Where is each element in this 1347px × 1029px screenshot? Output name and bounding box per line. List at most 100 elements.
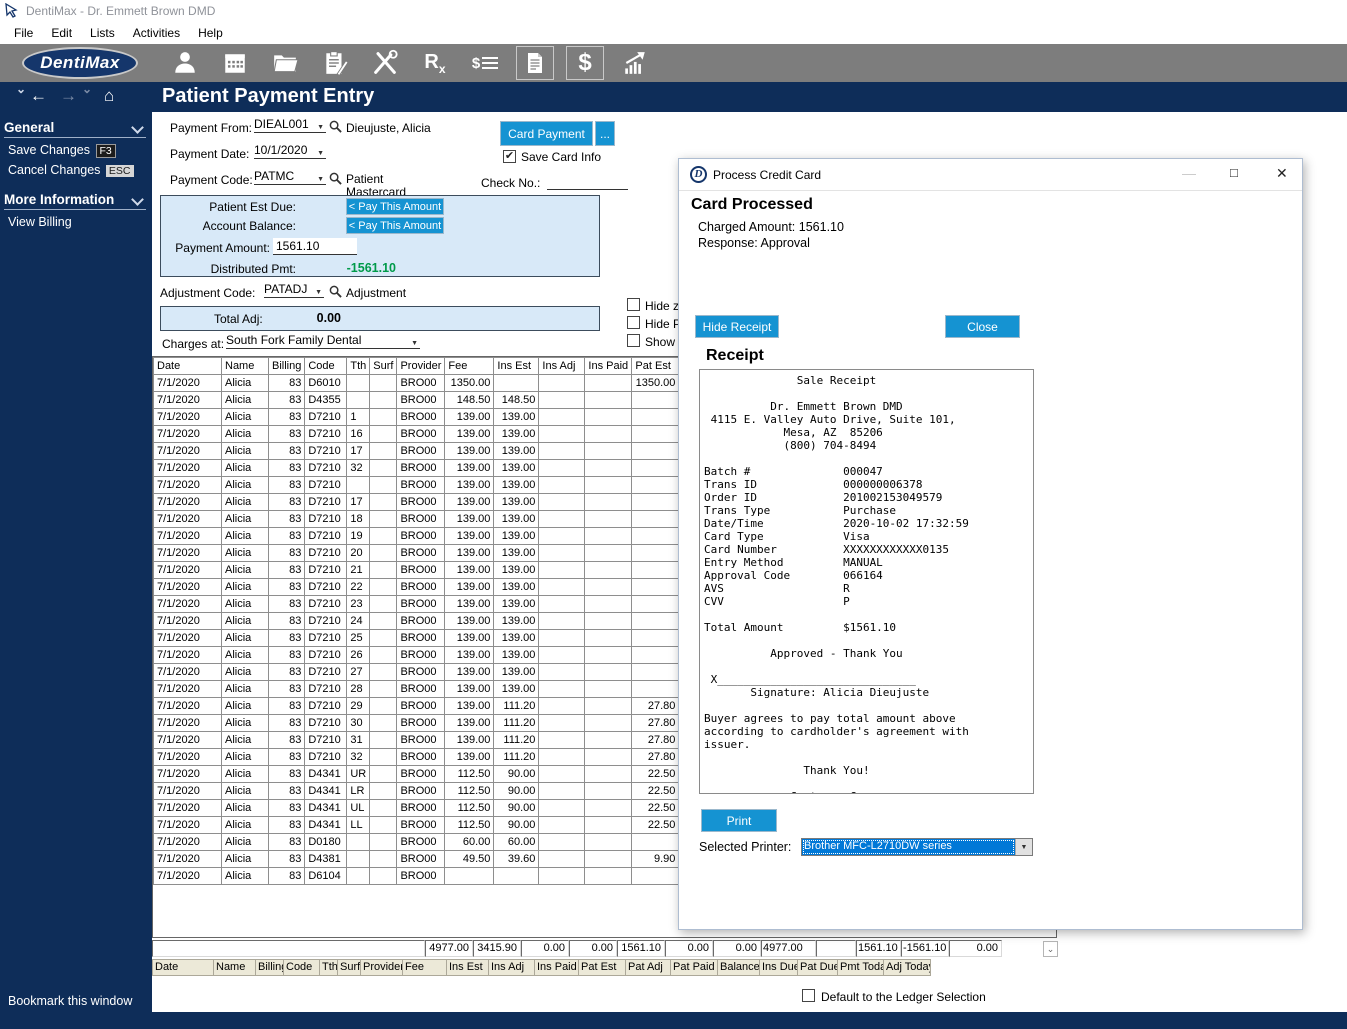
payment-amount-input[interactable] xyxy=(273,238,357,255)
hide-pe-checkbox[interactable] xyxy=(627,316,640,329)
table-row[interactable]: 7/1/2020Alicia83D721032BRO00139.00139.00 xyxy=(154,460,726,477)
table-row[interactable]: 7/1/2020Alicia83D4341URBRO00112.5090.002… xyxy=(154,766,726,783)
footer-column-header[interactable]: Pat Due xyxy=(798,959,838,976)
schedule-icon[interactable] xyxy=(210,45,260,81)
footer-column-header[interactable]: Adj Today xyxy=(884,959,931,976)
instruments-icon[interactable] xyxy=(360,45,410,81)
clipboard-icon[interactable] xyxy=(310,45,360,81)
table-row[interactable]: 7/1/2020Alicia83D721022BRO00139.00139.00 xyxy=(154,579,726,596)
folder-icon[interactable] xyxy=(260,45,310,81)
ledger-icon[interactable]: $ xyxy=(460,45,510,81)
table-row[interactable]: 7/1/2020Alicia83D721018BRO00139.00139.00 xyxy=(154,511,726,528)
sidebar-section-more-information[interactable]: More Information xyxy=(4,192,146,210)
check-no-field[interactable] xyxy=(547,175,628,190)
table-row[interactable]: 7/1/2020Alicia83D721028BRO00139.00139.00 xyxy=(154,681,726,698)
bookmark-this-window[interactable]: Bookmark this window xyxy=(8,994,132,1008)
table-row[interactable]: 7/1/2020Alicia83D4341ULBRO00112.5090.002… xyxy=(154,800,726,817)
table-row[interactable]: 7/1/2020Alicia83D721024BRO00139.00139.00 xyxy=(154,613,726,630)
card-payment-button[interactable]: Card Payment xyxy=(500,121,593,146)
footer-column-header[interactable]: Provider xyxy=(361,959,403,976)
table-row[interactable]: 7/1/2020Alicia83D6104BRO00 xyxy=(154,868,726,885)
table-row[interactable]: 7/1/2020Alicia83D721021BRO00139.00139.00 xyxy=(154,562,726,579)
column-header[interactable]: Ins Adj xyxy=(539,358,585,375)
table-row[interactable]: 7/1/2020Alicia83D721031BRO00139.00111.20… xyxy=(154,732,726,749)
pay-account-balance-button[interactable]: < Pay This Amount xyxy=(346,217,444,234)
printer-select[interactable]: Brother MFC-L2710DW series xyxy=(801,838,1033,856)
print-button[interactable]: Print xyxy=(701,809,777,832)
menu-item[interactable]: Edit xyxy=(42,23,81,43)
nav-dropdown-icon[interactable] xyxy=(16,82,26,96)
footer-column-header[interactable]: Pat Est xyxy=(579,959,626,976)
column-header[interactable]: Provider xyxy=(397,358,445,375)
minimize-icon[interactable] xyxy=(1182,165,1196,181)
column-header[interactable]: Fee xyxy=(445,358,494,375)
table-row[interactable]: 7/1/2020Alicia83D721025BRO00139.00139.00 xyxy=(154,630,726,647)
table-row[interactable]: 7/1/2020Alicia83D721029BRO00139.00111.20… xyxy=(154,698,726,715)
footer-column-header[interactable]: Pat Adj xyxy=(626,959,671,976)
table-row[interactable]: 7/1/2020Alicia83D721023BRO00139.00139.00 xyxy=(154,596,726,613)
close-icon[interactable] xyxy=(1276,165,1288,182)
footer-column-header[interactable]: Date xyxy=(152,959,214,976)
footer-column-header[interactable]: Name xyxy=(214,959,256,976)
card-payment-more-button[interactable]: ... xyxy=(595,121,615,146)
footer-column-header[interactable]: Ins Est xyxy=(447,959,489,976)
hide-zero-checkbox[interactable] xyxy=(627,298,640,311)
search-icon[interactable] xyxy=(329,120,342,133)
table-row[interactable]: 7/1/2020Alicia83D721016BRO00139.00139.00 xyxy=(154,426,726,443)
table-row[interactable]: 7/1/2020Alicia83D721026BRO00139.00139.00 xyxy=(154,647,726,664)
hide-receipt-button[interactable]: Hide Receipt xyxy=(695,315,779,338)
footer-column-header[interactable]: Ins Adj xyxy=(489,959,535,976)
payment-date-combo[interactable]: 10/1/2020 xyxy=(254,143,326,159)
table-row[interactable]: 7/1/2020Alicia83D721027BRO00139.00139.00 xyxy=(154,664,726,681)
charges-at-combo[interactable]: South Fork Family Dental xyxy=(226,333,420,349)
sidebar-section-general[interactable]: General xyxy=(4,120,146,138)
pay-patient-est-due-button[interactable]: < Pay This Amount xyxy=(346,198,444,215)
save-card-info-checkbox[interactable] xyxy=(503,150,516,163)
sidebar-item-cancel-changes[interactable]: Cancel Changes ESC xyxy=(0,160,152,180)
sidebar-item-view-billing[interactable]: View Billing xyxy=(0,212,152,232)
prescription-icon[interactable]: Rx xyxy=(410,45,460,81)
footer-column-header[interactable]: Surf xyxy=(338,959,361,976)
column-header[interactable]: Ins Paid xyxy=(585,358,632,375)
column-header[interactable]: Code xyxy=(305,358,347,375)
table-row[interactable]: 7/1/2020Alicia83D0180BRO0060.0060.00 xyxy=(154,834,726,851)
patient-icon[interactable] xyxy=(160,45,210,81)
reports-icon[interactable] xyxy=(610,45,660,81)
column-header[interactable]: Date xyxy=(154,358,222,375)
forward-arrow-icon[interactable] xyxy=(60,86,77,106)
column-header[interactable]: Pat Est xyxy=(632,358,679,375)
table-row[interactable]: 7/1/2020Alicia83D4341LLBRO00112.5090.002… xyxy=(154,817,726,834)
menu-item[interactable]: Activities xyxy=(124,23,189,43)
table-row[interactable]: 7/1/2020Alicia83D721030BRO00139.00111.20… xyxy=(154,715,726,732)
table-row[interactable]: 7/1/2020Alicia83D721019BRO00139.00139.00 xyxy=(154,528,726,545)
footer-column-header[interactable]: Pmt Today xyxy=(838,959,884,976)
column-header[interactable]: Name xyxy=(222,358,269,375)
payments-icon[interactable]: $ xyxy=(566,46,604,80)
sidebar-item-save-changes[interactable]: Save Changes F3 xyxy=(0,140,152,160)
forward-dropdown-icon[interactable] xyxy=(82,82,92,96)
adjustment-code-combo[interactable]: PATADJ xyxy=(264,282,324,298)
dropdown-arrow-icon[interactable] xyxy=(1015,839,1032,855)
column-header[interactable]: Billing xyxy=(269,358,305,375)
footer-column-header[interactable]: Code xyxy=(284,959,320,976)
footer-column-header[interactable]: Ins Due xyxy=(760,959,798,976)
column-header[interactable]: Surf xyxy=(370,358,397,375)
search-icon[interactable] xyxy=(329,172,342,185)
maximize-icon[interactable] xyxy=(1230,165,1238,180)
table-row[interactable]: 7/1/2020Alicia83D721017BRO00139.00139.00 xyxy=(154,494,726,511)
scroll-down-arrow[interactable] xyxy=(1043,941,1058,957)
payment-from-combo[interactable]: DIEAL001 xyxy=(254,117,326,133)
table-row[interactable]: 7/1/2020Alicia83D72101BRO00139.00139.00 xyxy=(154,409,726,426)
close-button[interactable]: Close xyxy=(945,315,1020,338)
table-row[interactable]: 7/1/2020Alicia83D4381BRO0049.5039.609.90 xyxy=(154,851,726,868)
table-row[interactable]: 7/1/2020Alicia83D721020BRO00139.00139.00 xyxy=(154,545,726,562)
footer-column-header[interactable]: Tth xyxy=(320,959,338,976)
table-row[interactable]: 7/1/2020Alicia83D4355BRO00148.50148.50 xyxy=(154,392,726,409)
menu-item[interactable]: Help xyxy=(189,23,232,43)
payment-code-combo[interactable]: PATMC xyxy=(254,169,326,185)
menu-item[interactable]: Lists xyxy=(81,23,124,43)
home-icon[interactable] xyxy=(104,86,114,106)
show-o-checkbox[interactable] xyxy=(627,334,640,347)
table-row[interactable]: 7/1/2020Alicia83D721017BRO00139.00139.00 xyxy=(154,443,726,460)
table-row[interactable]: 7/1/2020Alicia83D6010BRO001350.001350.00 xyxy=(154,375,726,392)
